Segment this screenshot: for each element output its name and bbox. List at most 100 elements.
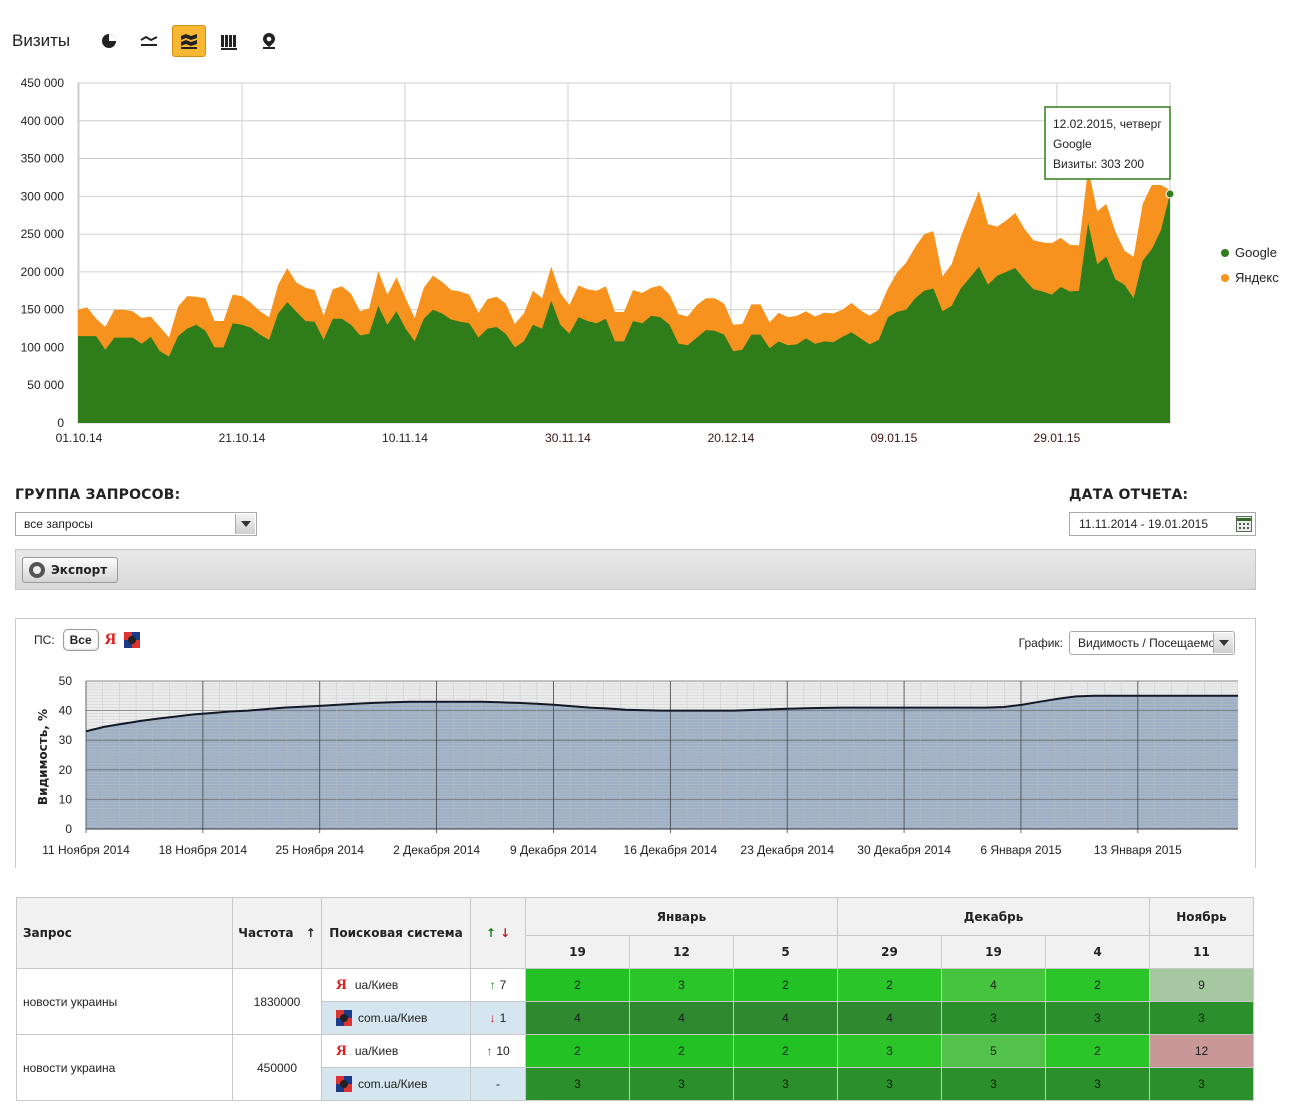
y-tick-label: 0 — [57, 416, 64, 430]
position-cell: 3 — [1045, 1001, 1150, 1035]
query-cell[interactable]: новости украина — [16, 1034, 233, 1101]
y-tick-label: 150 000 — [21, 303, 65, 317]
region-label: ua/Киев — [354, 978, 399, 992]
search-engine-cell: com.ua/Киев — [321, 1067, 471, 1101]
y-tick-label: 20 — [59, 763, 73, 777]
query-group-value: все запросы — [24, 517, 93, 531]
chart-title: Визиты — [12, 31, 71, 50]
visibility-area — [86, 695, 1238, 829]
y-tick-label: 200 000 — [21, 265, 65, 279]
query-group-select[interactable]: все запросы — [15, 512, 257, 536]
calendar-icon[interactable] — [1236, 516, 1252, 532]
position-cell: 5 — [941, 1034, 1046, 1068]
position-cell: 9 — [1149, 968, 1254, 1002]
y-tick-label: 400 000 — [21, 114, 65, 128]
col-query[interactable]: Запрос — [16, 897, 233, 969]
report-date-value: 11.11.2014 - 19.01.2015 — [1079, 517, 1208, 531]
visibility-chart: 50 40 30 20 10 0 11 Ноября 2014 18 Ноября 2014… — [36, 674, 1239, 857]
table-row: новости украины 1830000 Яua/Киев ↑ 7 2 3 2 2 4 2 9 — [16, 968, 1254, 1035]
y-tick-label: 350 000 — [21, 152, 65, 166]
day-header: 19 — [941, 935, 1046, 969]
position-cell: 4 — [525, 1001, 630, 1035]
arrow-down-icon: ↓ — [500, 926, 511, 940]
visibility-panel: ПС: Все Я График: Видимость / Посещаемо … — [15, 618, 1256, 868]
export-icon — [29, 562, 45, 578]
pie-chart-button[interactable] — [92, 25, 126, 57]
map-button[interactable] — [252, 25, 286, 57]
position-cell: 2 — [733, 1034, 838, 1068]
x-tick-label: 6 Января 2015 — [980, 843, 1062, 857]
col-change[interactable]: ↑ ↓ — [470, 897, 526, 969]
position-cell: 4 — [941, 968, 1046, 1002]
x-tick-label: 29.01.15 — [1034, 431, 1081, 445]
position-cell: 2 — [1045, 1034, 1150, 1068]
y-tick-label: 30 — [59, 733, 73, 747]
position-cell: 3 — [525, 1067, 630, 1101]
query-cell[interactable]: новости украины — [16, 968, 233, 1035]
search-engine-cell: Яua/Киев — [321, 1034, 471, 1068]
position-cell: 3 — [1149, 1001, 1254, 1035]
position-cell: 3 — [629, 968, 734, 1002]
map-pin-icon — [263, 33, 276, 49]
position-cell: 3 — [1149, 1067, 1254, 1101]
position-change-cell: ↑ 10 — [470, 1034, 526, 1068]
arrow-up-icon: ↑ — [486, 1044, 493, 1058]
line-chart-icon — [140, 35, 158, 46]
frequency-cell: 450000 — [232, 1034, 322, 1101]
position-cell: 4 — [733, 1001, 838, 1035]
x-tick-label: 16 Декабря 2014 — [624, 843, 718, 857]
day-header: 4 — [1045, 935, 1150, 969]
region-label: ua/Киев — [354, 1044, 399, 1058]
legend-label: Яндекс — [1235, 270, 1279, 285]
pie-chart-icon — [102, 34, 117, 48]
y-tick-label: 250 000 — [21, 227, 65, 241]
tooltip-line: 12.02.2015, четверг — [1053, 117, 1162, 131]
y-tick-label: 50 — [59, 674, 73, 688]
report-date-label: ДАТА ОТЧЕТА: — [1069, 487, 1189, 503]
month-november: Ноябрь — [1149, 897, 1254, 936]
y-tick-label: 10 — [59, 792, 73, 806]
x-tick-label: 21.10.14 — [219, 431, 266, 445]
position-cell: 2 — [525, 968, 630, 1002]
day-header: 12 — [629, 935, 734, 969]
yandex-logo-icon: Я — [336, 976, 347, 993]
hover-point — [1165, 189, 1175, 199]
position-cell: 3 — [941, 1067, 1046, 1101]
google-logo-icon — [336, 1010, 352, 1026]
positions-table: Запрос Частота ↑ Поисковая система ↑ ↓ Я… — [16, 897, 1254, 1101]
line-chart-button[interactable] — [132, 25, 166, 57]
x-tick-label: 01.10.14 — [56, 431, 103, 445]
arrow-up-icon: ↑ — [485, 926, 496, 940]
x-tick-label: 10.11.14 — [382, 431, 428, 445]
position-cell: 4 — [629, 1001, 734, 1035]
change-value: 7 — [499, 978, 507, 992]
legend-marker — [1221, 249, 1229, 257]
col-frequency-label: Частота — [238, 926, 294, 940]
query-group-label: ГРУППА ЗАПРОСОВ: — [15, 487, 181, 503]
sort-arrow-icon[interactable]: ↑ — [306, 926, 316, 940]
bar-chart-button[interactable] — [212, 25, 246, 57]
arrow-down-icon: ↓ — [489, 1011, 496, 1025]
search-engine-cell: Яua/Киев — [321, 968, 471, 1002]
x-tick-label: 11 Ноября 2014 — [42, 843, 130, 857]
x-tick-label: 30.11.14 — [545, 431, 591, 445]
change-value: 1 — [499, 1011, 507, 1025]
search-engine-cell: com.ua/Киев — [321, 1001, 471, 1035]
change-value: 10 — [496, 1044, 510, 1058]
x-tick-label: 09.01.15 — [871, 431, 918, 445]
day-header: 11 — [1149, 935, 1254, 969]
position-cell: 3 — [733, 1067, 838, 1101]
stacked-area-button[interactable] — [172, 25, 207, 57]
position-cell: 2 — [1045, 968, 1150, 1002]
export-label: Экспорт — [51, 563, 108, 577]
export-button[interactable]: Экспорт — [22, 557, 119, 583]
bar-chart-icon — [221, 35, 238, 50]
chevron-down-icon — [235, 514, 255, 534]
report-date-input[interactable]: 11.11.2014 - 19.01.2015 — [1069, 512, 1256, 536]
col-frequency[interactable]: Частота ↑ — [232, 897, 322, 969]
legend-marker — [1221, 274, 1229, 282]
tooltip-line: Визиты: 303 200 — [1053, 157, 1144, 171]
position-change-cell: ↓ 1 — [470, 1001, 526, 1035]
day-header: 29 — [837, 935, 942, 969]
month-january: Январь — [525, 897, 838, 936]
